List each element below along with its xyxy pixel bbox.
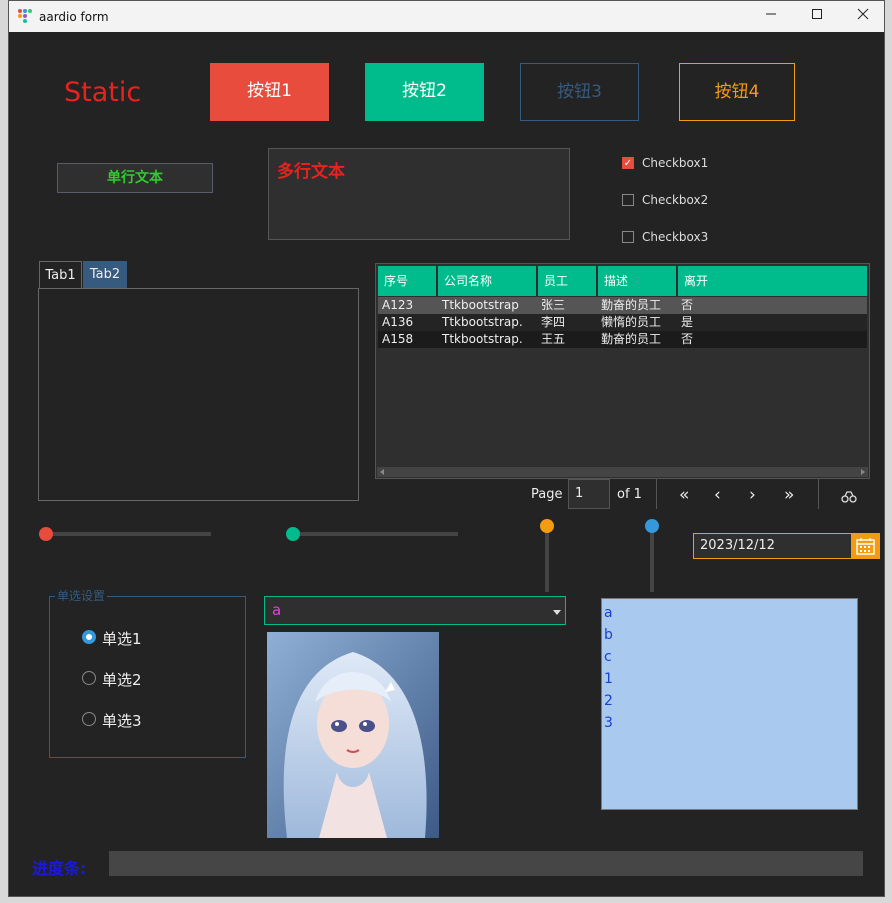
slider-3-track[interactable]: [545, 527, 549, 592]
table-cell: 懒惰的员工: [601, 315, 662, 329]
tab-panel: [38, 288, 359, 501]
checkbox-unchecked-icon: [622, 231, 634, 243]
column-header[interactable]: 序号: [378, 266, 438, 296]
radio-group-frame: [49, 596, 246, 758]
table-cell: 勤奋的员工: [601, 332, 662, 346]
checkbox-label: Checkbox1: [642, 156, 709, 170]
close-icon: [857, 8, 869, 20]
divider: [818, 479, 819, 509]
radio-label: 单选1: [102, 630, 142, 648]
maximize-icon: [812, 9, 822, 19]
checkbox-unchecked-icon: [622, 194, 634, 206]
table-cell: Ttkbootstrap.: [442, 315, 523, 329]
table-cell: 否: [681, 332, 694, 346]
button-1[interactable]: 按钮1: [210, 63, 329, 121]
radio-unselected-icon: [82, 712, 96, 726]
title-bar: aardio form: [9, 1, 884, 32]
app-window: aardio form Static 按钮1 按钮2 按钮3 按钮4 单行文本 …: [8, 0, 885, 897]
progress-label: 进度条:: [32, 859, 87, 878]
slider-2-handle[interactable]: [286, 527, 300, 541]
checkbox-label: Checkbox3: [642, 230, 709, 244]
scroll-right-icon[interactable]: [859, 468, 867, 476]
checkbox-label: Checkbox2: [642, 193, 709, 207]
close-button[interactable]: [840, 1, 886, 32]
column-header[interactable]: 员工: [538, 266, 598, 296]
slider-4-handle[interactable]: [645, 519, 659, 533]
table-row[interactable]: A158 Ttkbootstrap. 王五 勤奋的员工 否: [378, 331, 867, 348]
scroll-left-icon[interactable]: [378, 468, 386, 476]
slider-4-track[interactable]: [650, 527, 654, 592]
button-3[interactable]: 按钮3: [520, 63, 639, 121]
static-label: Static: [64, 77, 142, 108]
page-label: Page: [531, 487, 563, 502]
table-cell: Ttkbootstrap: [442, 298, 519, 312]
app-logo-icon: [18, 9, 32, 23]
table-cell: 张三: [541, 298, 566, 312]
page-number-input[interactable]: 1: [568, 479, 610, 509]
column-header[interactable]: 公司名称: [438, 266, 538, 296]
page-count-label: of 1: [617, 487, 642, 502]
date-input[interactable]: 2023/12/12: [693, 533, 853, 559]
table-cell: 李四: [541, 315, 566, 329]
tab-1[interactable]: Tab1: [39, 261, 82, 289]
list-item[interactable]: 3: [604, 712, 855, 734]
column-header[interactable]: 离开: [678, 266, 867, 296]
table-cell: 是: [681, 315, 694, 329]
first-page-button[interactable]: «: [679, 485, 689, 505]
combobox-value: a: [272, 601, 282, 619]
window-title: aardio form: [39, 10, 109, 24]
table-cell: A136: [382, 315, 414, 329]
list-item[interactable]: 2: [604, 690, 855, 712]
table-cell: 勤奋的员工: [601, 298, 662, 312]
radio-selected-icon: [82, 630, 96, 644]
table-cell: 否: [681, 298, 694, 312]
anime-girl-illustration-icon: [267, 632, 439, 838]
table-row[interactable]: A136 Ttkbootstrap. 李四 懒惰的员工 是: [378, 314, 867, 331]
divider: [656, 479, 657, 509]
radio-label: 单选2: [102, 671, 142, 689]
maximize-button[interactable]: [794, 1, 840, 32]
dropdown-arrow-icon[interactable]: [553, 610, 561, 615]
progress-bar: [109, 851, 863, 876]
calendar-icon: [856, 538, 875, 555]
radio-label: 单选3: [102, 712, 142, 730]
listbox[interactable]: a b c 1 2 3: [601, 598, 858, 810]
next-page-button[interactable]: ›: [749, 485, 756, 505]
search-page-icon[interactable]: [841, 491, 857, 503]
table-cell: A123: [382, 298, 414, 312]
table-cell: A158: [382, 332, 414, 346]
data-table: 序号 公司名称 员工 描述 离开 A123 Ttkbootstrap 张三 勤奋…: [375, 263, 870, 479]
list-item[interactable]: a: [604, 602, 855, 624]
table-cell: 王五: [541, 332, 566, 346]
horizontal-scrollbar[interactable]: [377, 467, 868, 477]
single-line-text-input[interactable]: 单行文本: [57, 163, 213, 193]
list-item[interactable]: b: [604, 624, 855, 646]
radio-unselected-icon: [82, 671, 96, 685]
slider-3-handle[interactable]: [540, 519, 554, 533]
last-page-button[interactable]: »: [784, 485, 794, 505]
previous-page-button[interactable]: ‹: [714, 485, 721, 505]
checkbox-checked-icon: ✓: [622, 157, 634, 169]
list-item[interactable]: c: [604, 646, 855, 668]
radio-group-title: 单选设置: [55, 587, 108, 604]
multi-line-text-input[interactable]: 多行文本: [268, 148, 570, 240]
anime-girl-image: [267, 632, 439, 838]
minimize-button[interactable]: [748, 1, 794, 32]
table-row[interactable]: A123 Ttkbootstrap 张三 勤奋的员工 否: [378, 297, 867, 314]
slider-2-track[interactable]: [293, 532, 458, 536]
button-2[interactable]: 按钮2: [365, 63, 484, 121]
slider-1-handle[interactable]: [39, 527, 53, 541]
column-header[interactable]: 描述: [598, 266, 678, 296]
button-4[interactable]: 按钮4: [679, 63, 795, 121]
date-picker-button[interactable]: [851, 533, 880, 559]
minimize-icon: [766, 13, 776, 15]
tab-2[interactable]: Tab2: [83, 261, 127, 289]
list-item[interactable]: 1: [604, 668, 855, 690]
combobox[interactable]: a: [264, 596, 566, 625]
slider-1-track[interactable]: [45, 532, 211, 536]
table-cell: Ttkbootstrap.: [442, 332, 523, 346]
